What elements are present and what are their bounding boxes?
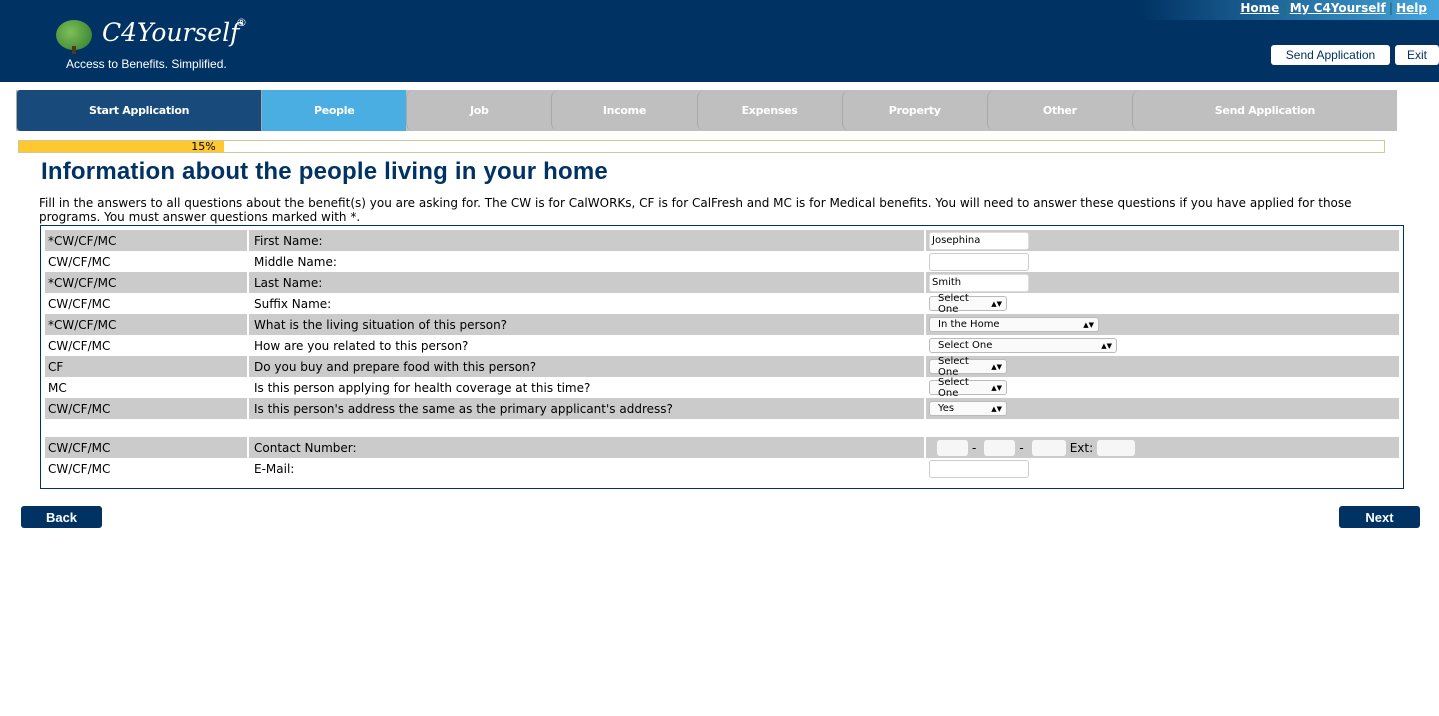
programs-label: CW/CF/MC <box>45 335 249 356</box>
select-arrows-icon: ▲▼ <box>991 404 1002 413</box>
tab-income[interactable]: Income <box>551 90 696 131</box>
programs-label: CW/CF/MC <box>45 293 249 314</box>
question-label: Suffix Name: <box>249 293 926 314</box>
selected-value: In the Home <box>938 319 1000 330</box>
logo: C4Yourself <box>102 18 240 47</box>
programs-label: CW/CF/MC <box>45 398 249 419</box>
registered-mark: ® <box>236 16 247 29</box>
my-c4yourself-link[interactable]: My C4Yourself <box>1290 1 1386 15</box>
table-row: CW/CF/MC Contact Number: - - Ext: <box>45 437 1399 458</box>
home-link[interactable]: Home <box>1240 1 1279 15</box>
question-label: Is this person's address the same as the… <box>249 398 926 419</box>
page-title: Information about the people living in y… <box>41 158 608 185</box>
tab-people[interactable]: People <box>261 90 407 131</box>
question-label: First Name: <box>249 230 926 251</box>
middle-name-input[interactable] <box>929 252 1029 271</box>
tab-send-application[interactable]: Send Application <box>1131 90 1397 131</box>
programs-label: MC <box>45 377 249 398</box>
living-situation-select[interactable]: In the Home ▲▼ <box>929 317 1099 332</box>
select-arrows-icon: ▲▼ <box>991 362 1002 371</box>
top-links-bar: Home | My C4Yourself | Help <box>1139 0 1439 20</box>
health-coverage-select[interactable]: Select One ▲▼ <box>929 377 1007 399</box>
buy-prepare-food-select[interactable]: Select One ▲▼ <box>929 356 1007 378</box>
tab-job[interactable]: Job <box>406 90 551 131</box>
question-label: Last Name: <box>249 272 926 293</box>
tab-expenses[interactable]: Expenses <box>696 90 842 131</box>
relationship-select[interactable]: Select One ▲▼ <box>929 338 1117 353</box>
next-button[interactable]: Next <box>1339 506 1420 528</box>
dash: - <box>1019 440 1024 455</box>
programs-label: *CW/CF/MC <box>45 230 249 251</box>
programs-label: CW/CF/MC <box>45 251 249 272</box>
send-application-button[interactable]: Send Application <box>1271 45 1390 65</box>
tab-property[interactable]: Property <box>841 90 987 131</box>
table-row: *CW/CF/MC What is the living situation of… <box>45 314 1399 335</box>
first-name-input[interactable]: Josephina <box>929 231 1029 250</box>
table-row: CW/CF/MC Is this person's address the sam… <box>45 398 1399 419</box>
question-label: Contact Number: <box>249 437 926 458</box>
header: Home | My C4Yourself | Help C4Yourself ® Acc… <box>0 0 1439 82</box>
table-row: *CW/CF/MC First Name: Josephina <box>45 230 1399 251</box>
dash: - <box>972 440 977 455</box>
selected-value: Select One <box>938 292 969 315</box>
phone-area-code-input[interactable] <box>937 439 968 456</box>
question-label: Is this person applying for health cover… <box>249 377 926 398</box>
table-row: CW/CF/MC How are you related to this pers… <box>45 335 1399 356</box>
progress-bar: 15% <box>18 140 1385 153</box>
suffix-select[interactable]: Select One ▲▼ <box>929 293 1007 315</box>
selected-value: Yes <box>938 403 955 414</box>
selected-value: Select One <box>938 340 993 351</box>
spacer-row <box>45 419 1399 437</box>
select-arrows-icon: ▲▼ <box>1083 320 1094 329</box>
select-arrows-icon: ▲▼ <box>991 383 1002 392</box>
tab-other[interactable]: Other <box>986 90 1132 131</box>
table-row: CW/CF/MC E-Mail: <box>45 458 1399 479</box>
email-input[interactable] <box>929 459 1029 478</box>
table-row: MC Is this person applying for health cov… <box>45 377 1399 399</box>
question-label: E-Mail: <box>249 458 926 479</box>
table-row: CF Do you buy and prepare food with this … <box>45 356 1399 378</box>
help-link[interactable]: Help <box>1396 1 1427 15</box>
question-label: What is the living situation of this per… <box>249 314 926 335</box>
programs-label: CF <box>45 356 249 377</box>
step-tabs: Start Application People Job Income Expe… <box>16 90 1397 131</box>
programs-label: CW/CF/MC <box>45 458 249 479</box>
tree-logo-icon <box>56 20 92 54</box>
table-row: CW/CF/MC Suffix Name: Select One ▲▼ <box>45 293 1399 315</box>
selected-value: Select One <box>938 355 969 378</box>
back-button[interactable]: Back <box>21 506 102 528</box>
tab-start-application[interactable]: Start Application <box>16 90 262 131</box>
selected-value: Select One <box>938 376 969 399</box>
tagline: Access to Benefits. Simplified. <box>66 57 227 71</box>
programs-label: *CW/CF/MC <box>45 314 249 335</box>
programs-label: *CW/CF/MC <box>45 272 249 293</box>
select-arrows-icon: ▲▼ <box>1101 341 1112 350</box>
table-row: *CW/CF/MC Last Name: Smith <box>45 272 1399 293</box>
phone-line-input[interactable] <box>1031 439 1066 456</box>
phone-ext-input[interactable] <box>1097 439 1136 456</box>
question-label: Middle Name: <box>249 251 926 272</box>
programs-label: CW/CF/MC <box>45 437 249 458</box>
last-name-input[interactable]: Smith <box>929 273 1029 292</box>
question-label: Do you buy and prepare food with this pe… <box>249 356 926 377</box>
phone-prefix-input[interactable] <box>984 439 1016 456</box>
question-label: How are you related to this person? <box>249 335 926 356</box>
table-row: CW/CF/MC Middle Name: <box>45 251 1399 272</box>
select-arrows-icon: ▲▼ <box>991 299 1002 308</box>
exit-button[interactable]: Exit <box>1395 45 1439 65</box>
same-address-select[interactable]: Yes ▲▼ <box>929 401 1007 416</box>
ext-label: Ext: <box>1069 440 1094 455</box>
progress-fill: 15% <box>19 141 224 153</box>
instructions: Fill in the answers to all questions abo… <box>39 196 1352 224</box>
person-form: *CW/CF/MC First Name: Josephina CW/CF/MC Mi… <box>40 225 1404 489</box>
